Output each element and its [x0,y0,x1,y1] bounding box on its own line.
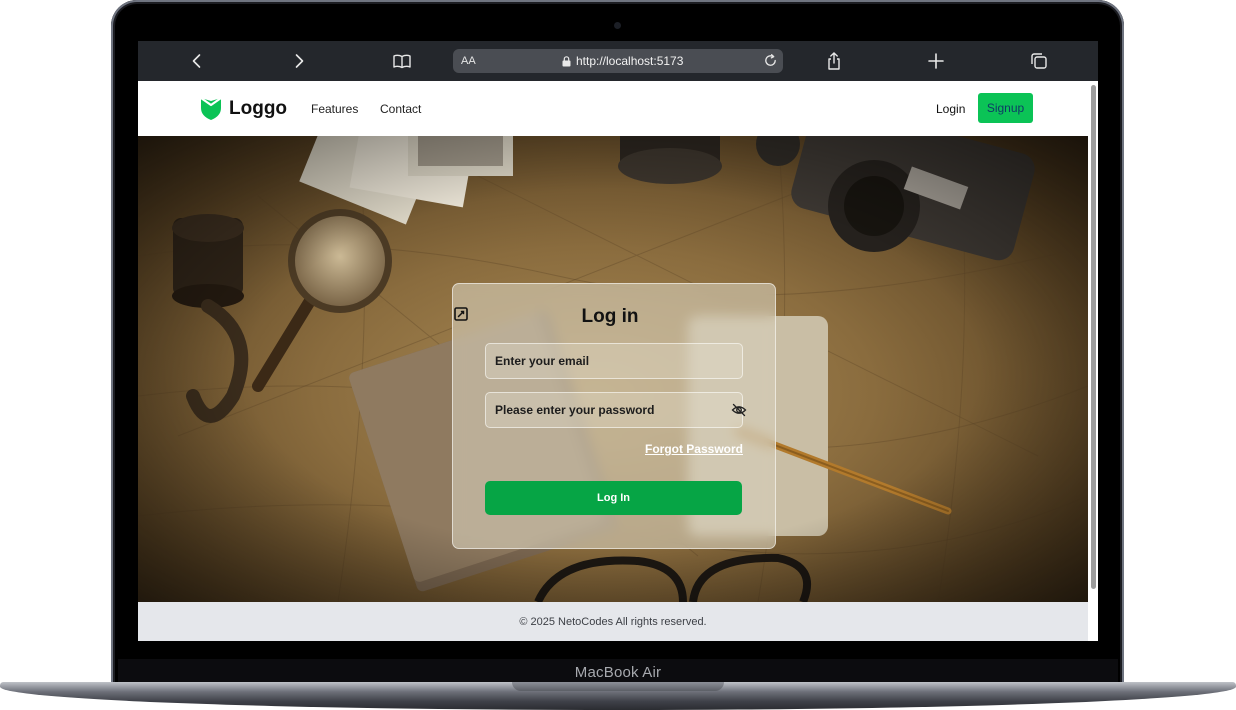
password-field[interactable] [485,392,747,428]
new-tab-icon[interactable] [926,51,946,71]
logo[interactable]: Loggo [200,96,287,121]
password-input[interactable] [495,393,705,427]
back-icon[interactable] [187,51,207,71]
tabs-icon[interactable] [1029,51,1049,71]
laptop-screen: AA http://localhost:5173 Loggo Features … [138,41,1098,641]
lock-icon [562,55,571,67]
email-field[interactable] [485,343,743,379]
login-card-header: Log in [453,306,775,328]
login-card: Log in Forgot Password Log In [452,283,776,549]
nav-link-features[interactable]: Features [311,102,358,116]
footer-copyright: © 2025 NetoCodes All rights reserved. [519,615,707,628]
nav-link-contact[interactable]: Contact [380,102,421,116]
browser-toolbar: AA http://localhost:5173 [138,41,1098,81]
camera-icon [614,22,621,29]
text-size-button[interactable]: AA [461,55,476,67]
hero-background: Log in Forgot Password Log In [138,136,1088,602]
login-link[interactable]: Login [936,102,965,116]
url-text: http://localhost:5173 [576,54,684,68]
footer: © 2025 NetoCodes All rights reserved. [138,602,1088,641]
shield-icon [200,96,222,121]
navbar: Loggo Features Contact Login Signup [138,81,1088,136]
reader-icon[interactable] [392,51,412,71]
signup-button[interactable]: Signup [978,93,1033,123]
login-title: Log in [581,306,639,327]
forward-icon[interactable] [289,51,309,71]
email-input[interactable] [495,344,705,378]
login-submit-button[interactable]: Log In [485,481,742,515]
logo-text: Loggo [229,97,288,119]
laptop-notch [512,682,724,691]
share-icon[interactable] [824,51,844,71]
forgot-password-link[interactable]: Forgot Password [645,442,743,456]
scrollbar-thumb[interactable] [1091,85,1096,589]
reload-icon[interactable] [763,53,778,68]
web-page: Loggo Features Contact Login Signup Log … [138,81,1098,641]
device-label: MacBook Air [574,663,662,681]
address-bar[interactable]: AA http://localhost:5173 [453,49,783,73]
